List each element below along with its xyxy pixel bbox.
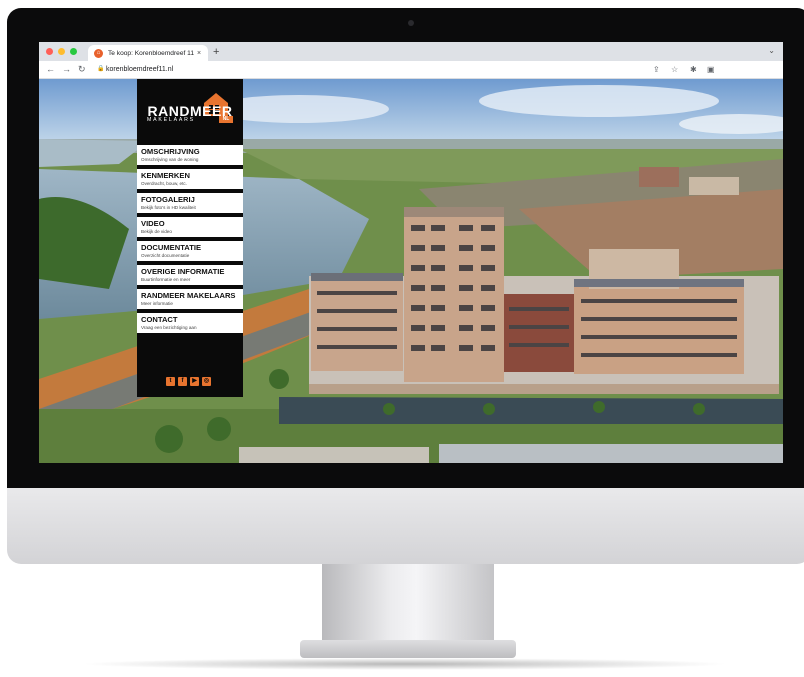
menu-item-title: KENMERKEN: [141, 171, 190, 180]
menu-item-subtitle: Bekijk foto's in HD kwaliteit: [141, 205, 196, 210]
stand-shadow: [80, 658, 730, 670]
webcam: [408, 20, 414, 26]
menu-item-title: CONTACT: [141, 315, 178, 324]
web-page: RANDMEER MAKELAARS NL OMSCHRIJVING Omsch…: [39, 79, 783, 463]
social-links: t f ▶ ◎: [166, 377, 211, 386]
menu-item-fotogalerij[interactable]: FOTOGALERIJ Bekijk foto's in HD kwalitei…: [137, 193, 243, 213]
new-tab-button[interactable]: +: [213, 45, 219, 59]
menu-item-documentatie[interactable]: DOCUMENTATIE Overzicht documentatie: [137, 241, 243, 261]
logo-subtitle: MAKELAARS: [147, 117, 195, 123]
menu-item-omschrijving[interactable]: OMSCHRIJVING Omschrijving van de woning: [137, 145, 243, 165]
logo-badge: NL: [219, 116, 233, 123]
close-window-button[interactable]: [46, 48, 53, 55]
menu-item-title: OVERIGE INFORMATIE: [141, 267, 225, 276]
sidepanel-icon[interactable]: ▣: [707, 64, 715, 75]
main-menu: OMSCHRIJVING Omschrijving van de woning …: [137, 145, 243, 337]
facebook-icon[interactable]: f: [178, 377, 187, 386]
tab-title: Te koop: Korenbloemdreef 11, …: [108, 49, 194, 57]
menu-item-subtitle: Overzicht documentatie: [141, 253, 190, 258]
share-icon[interactable]: ⇪: [653, 64, 660, 75]
menu-item-subtitle: Bekijk de video: [141, 229, 172, 234]
extensions-icon[interactable]: ✱: [690, 64, 697, 75]
chevron-down-icon[interactable]: ⌄: [768, 46, 775, 55]
menu-item-title: FOTOGALERIJ: [141, 195, 195, 204]
menu-item-video[interactable]: VIDEO Bekijk de video: [137, 217, 243, 237]
menu-item-title: VIDEO: [141, 219, 165, 228]
lock-icon: 🔒: [97, 66, 105, 72]
twitter-icon[interactable]: t: [166, 377, 175, 386]
favicon-icon: ⌂: [94, 48, 103, 58]
browser-tab[interactable]: ⌂ Te koop: Korenbloemdreef 11, … ×: [88, 45, 208, 61]
menu-item-overige-informatie[interactable]: OVERIGE INFORMATIE Buurtinformatie en me…: [137, 265, 243, 285]
instagram-icon[interactable]: ◎: [202, 377, 211, 386]
url-input[interactable]: korenbloemdreef11.nl: [106, 64, 173, 75]
menu-item-subtitle: Overdracht, bouw, etc.: [141, 181, 187, 186]
browser-tab-bar: ⌂ Te koop: Korenbloemdreef 11, … × + ⌄: [39, 42, 783, 61]
reload-icon[interactable]: ↻: [78, 63, 86, 75]
sidebar: RANDMEER MAKELAARS NL OMSCHRIJVING Omsch…: [137, 79, 243, 397]
back-icon[interactable]: ←: [46, 63, 55, 75]
menu-item-contact[interactable]: CONTACT Vraag een bezichtiging aan: [137, 313, 243, 333]
menu-item-subtitle: Omschrijving van de woning: [141, 157, 199, 162]
menu-item-subtitle: Vraag een bezichtiging aan: [141, 325, 197, 330]
monitor-chin: [7, 488, 804, 564]
star-icon[interactable]: ☆: [671, 64, 678, 75]
monitor-foot: [300, 640, 516, 658]
youtube-icon[interactable]: ▶: [190, 377, 199, 386]
logo[interactable]: RANDMEER MAKELAARS NL: [137, 79, 243, 137]
monitor-stand: [322, 564, 494, 650]
tab-close-icon[interactable]: ×: [197, 50, 201, 57]
menu-item-title: DOCUMENTATIE: [141, 243, 202, 252]
menu-item-kenmerken[interactable]: KENMERKEN Overdracht, bouw, etc.: [137, 169, 243, 189]
menu-item-title: OMSCHRIJVING: [141, 147, 200, 156]
menu-item-subtitle: Meer informatie: [141, 301, 173, 306]
menu-item-randmeer-makelaars[interactable]: RANDMEER MAKELAARS Meer informatie: [137, 289, 243, 309]
address-bar: ← → ↻ 🔒 korenbloemdreef11.nl ⇪ ☆ ✱ ▣: [39, 61, 783, 79]
minimize-window-button[interactable]: [58, 48, 65, 55]
menu-item-subtitle: Buurtinformatie en meer: [141, 277, 191, 282]
zoom-window-button[interactable]: [70, 48, 77, 55]
forward-icon[interactable]: →: [62, 63, 71, 75]
menu-item-title: RANDMEER MAKELAARS: [141, 291, 236, 300]
screen: ⌂ Te koop: Korenbloemdreef 11, … × + ⌄ ←…: [39, 42, 783, 463]
